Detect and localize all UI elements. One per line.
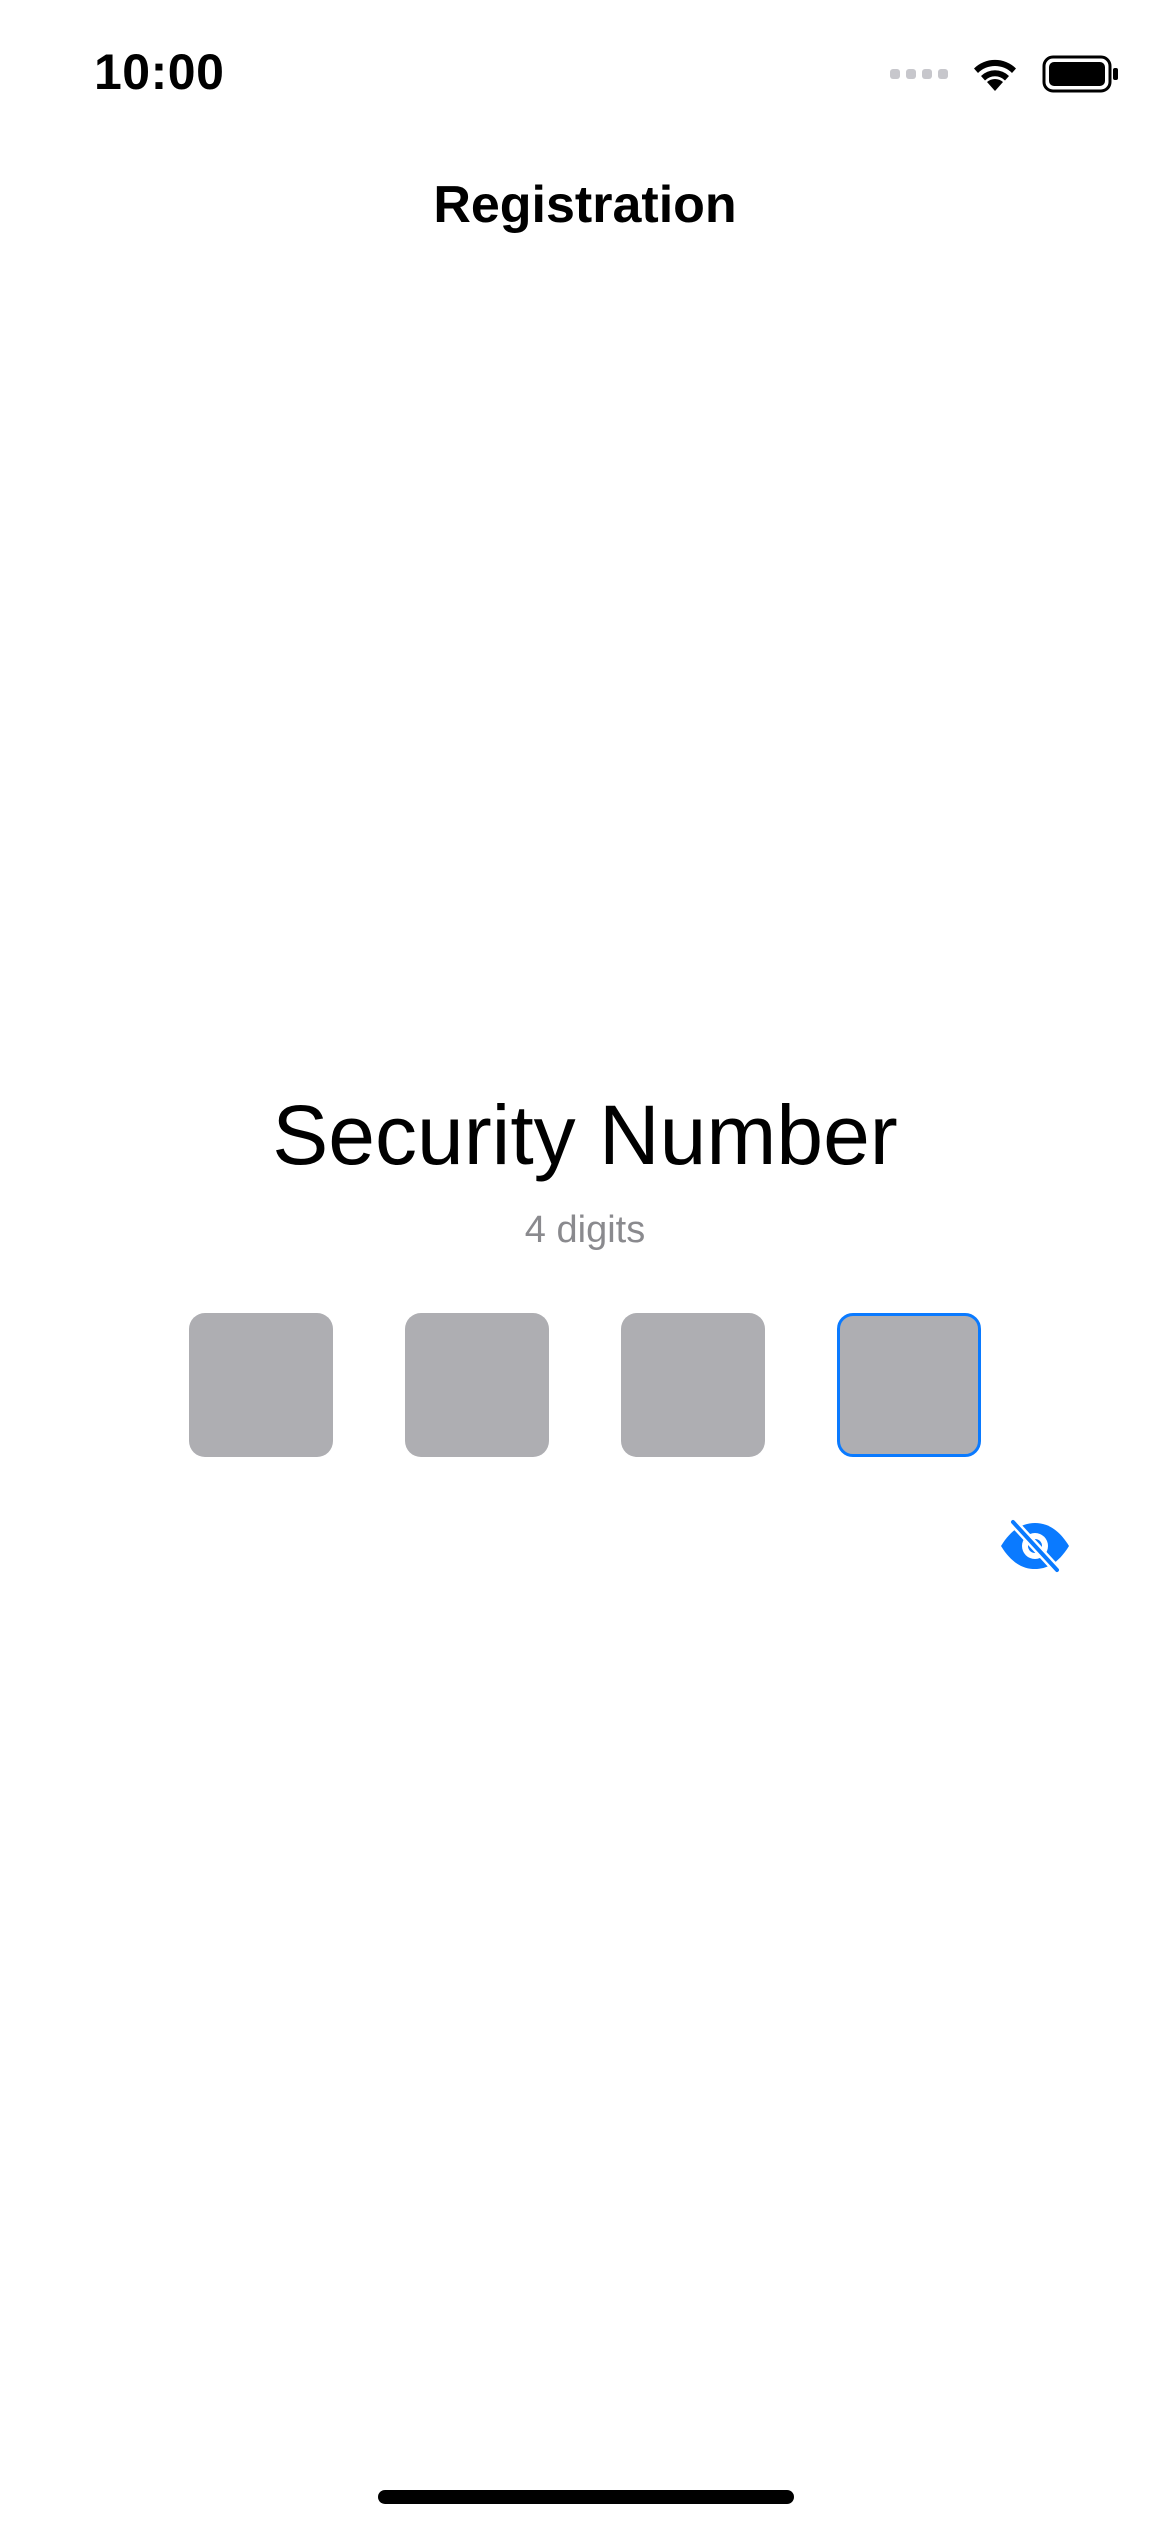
home-indicator[interactable] — [378, 2490, 794, 2504]
pin-input-row — [189, 1313, 981, 1457]
battery-icon — [1042, 55, 1118, 93]
status-time: 10:00 — [94, 44, 225, 100]
nav-title: Registration — [433, 176, 737, 234]
status-icons — [890, 48, 1120, 100]
cellular-signal-icon — [890, 69, 948, 79]
pin-digit-box-3[interactable] — [621, 1313, 765, 1457]
eye-slash-icon — [1001, 1517, 1069, 1575]
pin-digit-box-1[interactable] — [189, 1313, 333, 1457]
status-bar: 10:00 — [0, 0, 1170, 150]
security-number-title: Security Number — [272, 1088, 898, 1182]
visibility-toggle-button[interactable] — [998, 1517, 1072, 1575]
pin-digit-box-4[interactable] — [837, 1313, 981, 1457]
digit-count-hint: 4 digits — [524, 1209, 646, 1251]
wifi-icon — [974, 59, 1016, 91]
pin-digit-box-2[interactable] — [405, 1313, 549, 1457]
